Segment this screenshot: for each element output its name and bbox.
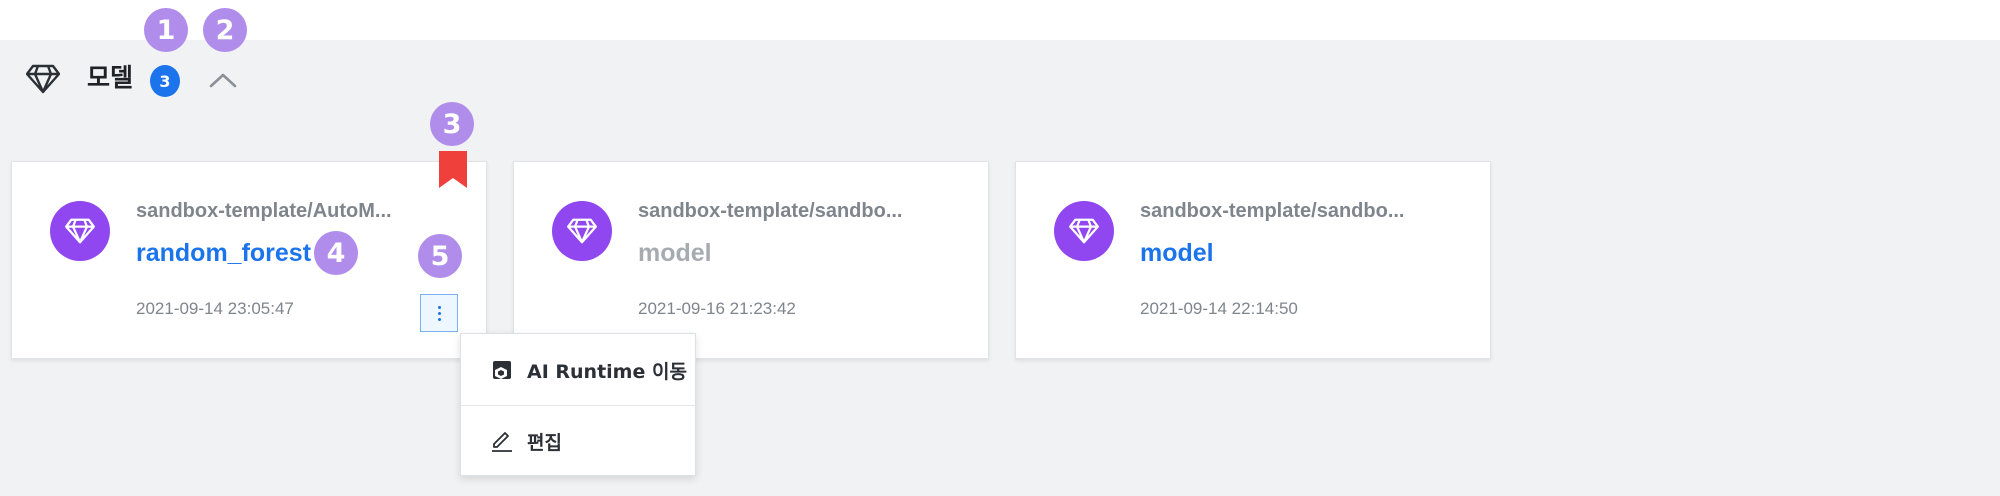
menu-item-label: 편집 [527,431,562,454]
callout-1: 1 [144,8,188,52]
model-card[interactable]: sandbox-template/AutoM... random_forest … [11,161,487,359]
model-path: sandbox-template/AutoM... [136,200,392,222]
model-path: sandbox-template/sandbo... [638,200,903,222]
model-name-link[interactable]: model [1140,239,1214,268]
runtime-icon [489,357,515,383]
count-badge: 3 [150,65,180,97]
callout-4: 4 [314,231,358,275]
model-path: sandbox-template/sandbo... [1140,200,1405,222]
bookmark-icon[interactable] [439,151,467,188]
menu-item-edit[interactable]: 편집 [461,406,695,476]
model-card[interactable]: sandbox-template/sandbo... model 2021-09… [1015,161,1491,359]
callout-5: 5 [418,234,462,278]
model-card[interactable]: sandbox-template/sandbo... model 2021-09… [513,161,989,359]
diamond-icon [50,201,110,261]
section-title: 모델 [87,63,134,92]
model-name-link[interactable]: model [638,239,712,268]
menu-item-ai-runtime[interactable]: AI Runtime 이동 [461,335,695,405]
pencil-icon [489,428,515,454]
more-options-button[interactable] [420,294,458,332]
model-date: 2021-09-14 23:05:47 [136,299,294,318]
chevron-up-icon [209,73,237,88]
model-date: 2021-09-16 21:23:42 [638,299,796,318]
menu-item-label: AI Runtime 이동 [527,360,687,383]
callout-2: 2 [203,8,247,52]
diamond-icon [25,64,61,94]
diamond-icon [552,201,612,261]
collapse-button[interactable] [206,66,240,94]
model-name-link[interactable]: random_forest [136,239,311,268]
model-date: 2021-09-14 22:14:50 [1140,299,1298,318]
callout-3: 3 [430,102,474,146]
more-options-menu: AI Runtime 이동 편집 [460,333,696,476]
diamond-icon [1054,201,1114,261]
